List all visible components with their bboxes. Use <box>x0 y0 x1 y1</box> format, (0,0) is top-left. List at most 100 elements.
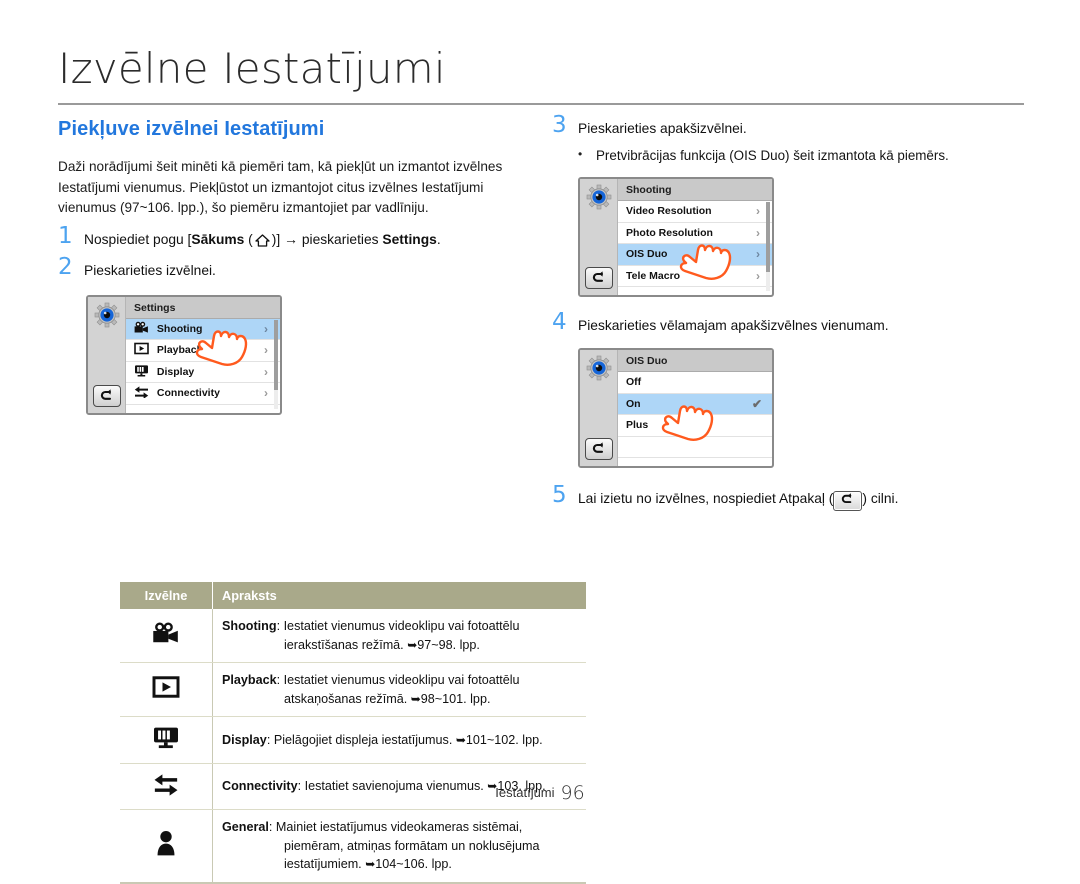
device-row-display[interactable]: Display › <box>126 362 280 383</box>
table-row: General: Mainiet iestatījumus videokamer… <box>120 809 586 884</box>
table-cell-description: Playback: Iestatiet vienumus videoklipu … <box>212 662 586 717</box>
page-title: Izvēlne Iestatījumi <box>58 44 446 93</box>
menu-name: Shooting <box>222 619 277 633</box>
step-1-paren-close: )] <box>271 231 285 247</box>
step-3-text: Pieskarieties apakšizvēlnei. <box>578 121 747 136</box>
arrow-right-icon: → <box>284 230 299 247</box>
table-cell-icon <box>120 716 213 764</box>
device-row-label: Photo Resolution <box>626 226 713 239</box>
table-cell-description: Shooting: Iestatiet vienumus videoklipu … <box>212 609 586 663</box>
step-1-paren-open: ( <box>244 231 253 247</box>
device-row-label: OIS Duo <box>626 248 668 260</box>
device-row-video-resolution[interactable]: Video Resolution › <box>618 201 772 223</box>
device-row-photo-resolution[interactable]: Photo Resolution › <box>618 223 772 244</box>
page-ref-arrow-icon: ➥ <box>407 637 418 652</box>
page-ref-arrow-icon: ➥ <box>410 691 421 706</box>
step-5: 5 Lai izietu no izvēlnes, nospiediet Atp… <box>552 484 1032 511</box>
step-4-number: 4 <box>552 309 567 335</box>
person-icon <box>156 830 176 859</box>
step-1-number: 1 <box>58 222 73 249</box>
device-row-on[interactable]: On ✔ <box>618 393 772 415</box>
device-row-shooting[interactable]: Shooting › <box>126 318 280 340</box>
page-ref: 98~101. lpp. <box>420 691 491 706</box>
home-icon <box>253 233 272 250</box>
step-3-number: 3 <box>552 112 567 138</box>
sep: : <box>276 619 284 633</box>
page-number: 96 <box>560 782 585 804</box>
device-row-label: Tele Macro <box>626 269 681 282</box>
chevron-right-icon: › <box>264 386 268 400</box>
device-row-label: Connectivity <box>156 387 220 399</box>
back-arrow-icon[interactable] <box>585 267 613 289</box>
step-5-pre: Lai izietu no izvēlnes, nospiediet Atpak… <box>578 491 834 506</box>
back-arrow-icon <box>833 491 863 511</box>
table-row: Playback: Iestatiet vienumus videoklipu … <box>120 662 586 717</box>
device-scrollbar[interactable] <box>766 202 770 291</box>
step-1-pre: Nospiediet pogu [ <box>84 231 192 247</box>
desc-line-3-wrap: iestatījumiem. ➥104~106. lpp. <box>222 855 577 874</box>
device-title: Settings <box>126 296 280 319</box>
device-sidebar <box>580 179 618 295</box>
step-1-mid: pieskarieties <box>298 231 383 247</box>
table-row: Display: Pielāgojiet displeja iestatījum… <box>120 716 586 764</box>
step-1-post: . <box>436 231 441 247</box>
device-row-label: Video Resolution <box>626 205 712 217</box>
sep: : <box>268 820 276 834</box>
page-ref-arrow-icon: ➥ <box>365 857 376 871</box>
right-column: 3 Pieskarieties apakšizvēlnei. Pretvibrā… <box>552 112 1032 511</box>
device-title: OIS Duo <box>618 350 772 372</box>
chevron-right-icon: › <box>756 204 760 218</box>
camcorder-icon <box>134 321 149 334</box>
device-sidebar <box>88 296 126 413</box>
sep: : <box>276 673 284 687</box>
device-row-ois-duo[interactable]: OIS Duo › <box>618 244 772 266</box>
play-box-icon <box>134 342 149 355</box>
menu-description-table: Izvēlne Apraksts Shooting: Iestatiet vie… <box>120 582 586 884</box>
desc-line-1: Pielāgojiet displeja iestatījumus. <box>273 732 453 747</box>
back-arrow-icon[interactable] <box>585 438 613 460</box>
device-screen-ois-duo: OIS Duo Off On ✔ Plus <box>578 348 774 468</box>
chevron-right-icon: › <box>756 225 760 240</box>
left-column: Piekļuve izvēlnei Iestatījumi Daži norād… <box>58 118 586 884</box>
device-main: OIS Duo Off On ✔ Plus <box>618 350 772 466</box>
gear-icon <box>586 184 612 210</box>
device-title: Shooting <box>618 179 772 201</box>
page-ref: 104~106. lpp. <box>375 857 452 871</box>
device-row-playback[interactable]: Playback › <box>126 340 280 362</box>
page-ref: 97~98. lpp. <box>417 637 480 652</box>
step-1: 1 Nospiediet pogu [Sākums ()] → pieskari… <box>58 222 538 250</box>
footer-label: Iestatījumi <box>495 785 555 800</box>
chevron-right-icon: › <box>264 364 268 379</box>
device-main: Shooting Video Resolution › Photo Resolu… <box>618 179 772 295</box>
desc-line-3: iestatījumiem. <box>284 857 362 871</box>
back-arrow-icon[interactable] <box>93 384 121 407</box>
desc-line-1: Iestatiet vienumus videoklipu vai fotoat… <box>283 673 520 687</box>
manual-page: Izvēlne Iestatījumi Piekļuve izvēlnei Ie… <box>0 0 1080 884</box>
gear-icon <box>586 355 612 381</box>
step-2: 2 Pieskarieties izvēlnei. <box>58 255 538 281</box>
device-scrollbar[interactable] <box>274 319 278 409</box>
menu-name: Display <box>222 732 267 747</box>
camcorder-icon <box>151 622 181 648</box>
table-cell-icon <box>120 662 213 717</box>
table-cell-description: Display: Pielāgojiet displeja iestatījum… <box>212 716 586 764</box>
menu-name: General <box>222 820 269 834</box>
device-row-list: Video Resolution › Photo Resolution › OI… <box>618 201 772 287</box>
table-cell-description: General: Mainiet iestatījumus videokamer… <box>212 809 586 884</box>
page-ref: 101~102. lpp. <box>465 732 543 747</box>
title-divider <box>58 103 1024 105</box>
display-icon <box>134 364 149 377</box>
play-box-icon <box>152 676 180 702</box>
menu-name: Playback <box>222 673 277 687</box>
device-row-tele-macro[interactable]: Tele Macro › <box>618 266 772 287</box>
chevron-right-icon: › <box>264 321 268 336</box>
device-row-connectivity[interactable]: Connectivity › <box>126 383 280 405</box>
desc-line-2-wrap: piemēram, atmiņas formātam un noklusējum… <box>222 837 577 856</box>
desc-line-2-wrap: ierakstīšanas režīmā. ➥97~98. lpp. <box>222 636 577 655</box>
device-sidebar <box>580 350 618 466</box>
display-icon <box>152 727 180 752</box>
step-4: 4 Pieskarieties vēlamajam apakšizvēlnes … <box>552 309 1032 336</box>
device-row-plus[interactable]: Plus <box>618 415 772 437</box>
device-row-off[interactable]: Off <box>618 372 772 394</box>
step-4-text: Pieskarieties vēlamajam apakšizvēlnes vi… <box>578 318 889 333</box>
